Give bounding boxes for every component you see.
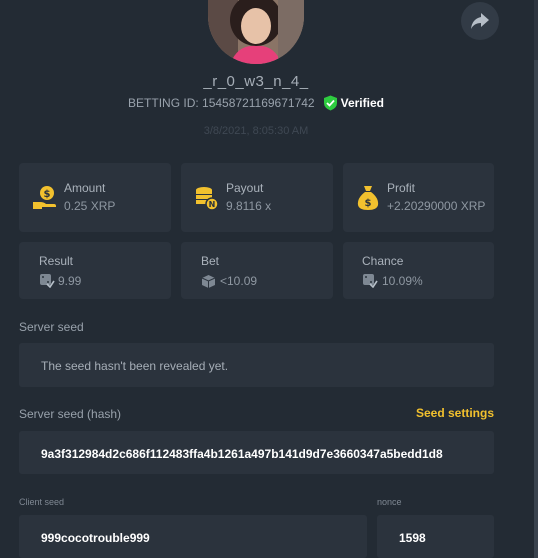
betting-id-row: BETTING ID: 15458721169671742 Verified	[0, 95, 512, 111]
money-hand-icon: $	[33, 186, 56, 209]
chance-card: Chance 10.09%	[343, 242, 494, 299]
server-hash-label: Server seed (hash)	[19, 407, 122, 421]
nonce-label: nonce	[377, 497, 402, 507]
verified-badge: Verified	[323, 95, 384, 111]
money-bag-icon: $	[357, 186, 379, 210]
profit-label: Profit	[387, 181, 416, 195]
payout-label: Payout	[226, 181, 264, 195]
bet-timestamp: 3/8/2021, 8:05:30 AM	[203, 125, 309, 137]
coin-stack-icon: N	[196, 187, 219, 211]
seed-settings-link[interactable]: Seed settings	[380, 406, 494, 420]
profit-card: $ Profit +2.20290000 XRP	[343, 163, 494, 232]
share-arrow-icon	[471, 13, 489, 29]
result-card: Result 9.99	[19, 242, 171, 299]
nonce-input[interactable]: 1598	[377, 515, 494, 558]
bet-value: <10.09	[220, 274, 258, 288]
server-hash-field[interactable]: 9a3f312984d2c686f112483ffa4b1261a497b141…	[19, 431, 494, 474]
cube-icon	[201, 275, 216, 288]
amount-value: 0.25 XRP	[64, 199, 116, 213]
bet-card: Bet <10.09	[181, 242, 333, 299]
svg-text:$: $	[365, 198, 372, 209]
result-label: Result	[39, 254, 74, 268]
server-seed-label: Server seed	[19, 320, 84, 334]
bet-label: Bet	[201, 254, 220, 268]
server-hash-value: 9a3f312984d2c686f112483ffa4b1261a497b141…	[41, 447, 443, 461]
dice-check-icon	[40, 274, 55, 288]
share-button[interactable]	[461, 2, 499, 40]
chance-value: 10.09%	[382, 274, 423, 288]
shield-check-icon	[323, 95, 337, 111]
client-seed-value: 999cocotrouble999	[41, 531, 150, 545]
avatar-image	[208, 0, 304, 64]
payout-card: N Payout 9.8116 x	[181, 163, 333, 232]
client-seed-input[interactable]: 999cocotrouble999	[19, 515, 367, 558]
server-seed-field: The seed hasn't been revealed yet.	[19, 343, 494, 387]
chance-label: Chance	[362, 254, 404, 268]
verified-label: Verified	[340, 96, 384, 110]
betting-id: BETTING ID: 15458721169671742	[128, 96, 315, 110]
amount-label: Amount	[64, 181, 106, 195]
dice-check-icon	[363, 274, 378, 288]
profit-value: +2.20290000 XRP	[387, 199, 486, 213]
username: _r_0_w3_n_4_	[203, 73, 309, 90]
amount-card: $ Amount 0.25 XRP	[19, 163, 171, 232]
bet-details-panel: _r_0_w3_n_4_ BETTING ID: 154587211696717…	[0, 0, 538, 558]
payout-value: 9.8116 x	[226, 199, 272, 213]
scrollbar-thumb[interactable]	[534, 60, 538, 558]
server-seed-value: The seed hasn't been revealed yet.	[41, 359, 229, 373]
nonce-value: 1598	[399, 531, 426, 545]
avatar[interactable]	[208, 0, 304, 64]
svg-text:$: $	[44, 189, 51, 200]
result-value: 9.99	[58, 274, 82, 288]
svg-text:N: N	[209, 200, 216, 209]
client-seed-label: Client seed	[19, 497, 65, 507]
